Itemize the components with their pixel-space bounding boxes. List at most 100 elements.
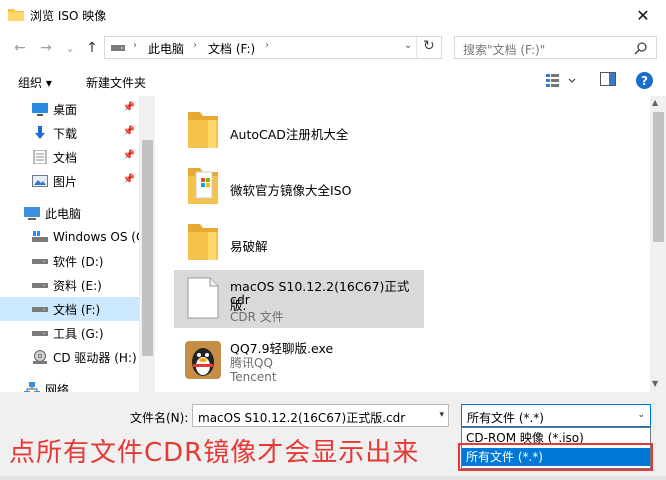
bottom-edge (0, 476, 666, 480)
close-button[interactable]: ✕ (620, 0, 666, 30)
download-icon (35, 126, 45, 139)
scroll-down-icon[interactable]: ▼ (652, 379, 658, 388)
nav-item-label: 下载 (53, 126, 78, 141)
back-arrow-icon: ← (14, 40, 26, 56)
qq-penguin-icon (185, 341, 221, 379)
list-item-folder[interactable]: 易破解 (174, 214, 424, 270)
file-name: 微软官方镜像大全ISO (230, 183, 352, 198)
nav-item-label: 工具 (G:) (53, 326, 104, 341)
list-item-folder[interactable]: AutoCAD注册机大全 (174, 102, 424, 158)
search-placeholder: 搜索"文档 (F:)" (463, 43, 546, 57)
preview-pane-icon[interactable] (600, 72, 616, 86)
breadcrumb-separator: › (133, 40, 137, 51)
file-name: 易破解 (230, 239, 268, 254)
nav-item-drive-g[interactable]: 工具 (G:) (0, 321, 139, 345)
network-icon (24, 382, 40, 392)
file-company: Tencent (230, 370, 277, 384)
list-item-cdr-file[interactable]: macOS S10.12.2(16C67)正式版. cdr CDR 文件 (174, 270, 424, 328)
nav-item-drive-c[interactable]: Windows OS (C (0, 225, 139, 249)
nav-item-pictures[interactable]: 图片 📌 (0, 169, 139, 193)
folder-icon (188, 168, 218, 204)
documents-icon (33, 150, 47, 164)
nav-item-label: CD 驱动器 (H:) (53, 350, 137, 365)
nav-item-label: 资料 (E:) (53, 278, 102, 293)
up-button[interactable]: ↑ (82, 38, 102, 58)
nav-item-downloads[interactable]: 下载 📌 (0, 121, 139, 145)
chevron-down-icon[interactable]: ⌄ (637, 410, 645, 420)
up-arrow-icon: ↑ (86, 40, 98, 56)
folder-icon (188, 224, 218, 260)
nav-scrollbar-thumb[interactable] (142, 140, 153, 356)
nav-item-drive-d[interactable]: 软件 (D:) (0, 249, 139, 273)
nav-item-label: 文档 (F:) (53, 302, 101, 317)
annotation-highlight-box (458, 443, 653, 471)
breadcrumb-separator[interactable]: › (193, 40, 197, 51)
nav-item-network[interactable]: 网络 (0, 377, 139, 392)
folder-icon (188, 112, 218, 148)
cd-drive-icon (33, 350, 47, 364)
navigation-pane: 桌面 📌 下载 📌 文档 📌 图片 📌 此电脑 Windows OS (C 软件… (0, 96, 155, 392)
nav-item-label: 网络 (45, 382, 70, 393)
pin-icon: 📌 (122, 126, 135, 137)
organize-menu[interactable]: 组织 ▾ (18, 74, 52, 91)
list-item-exe[interactable]: QQ7.9轻聊版.exe 腾讯QQ Tencent (174, 332, 424, 390)
file-list-scrollbar-thumb[interactable] (653, 112, 664, 242)
filetype-value: 所有文件 (*.*) (467, 411, 544, 425)
file-list: AutoCAD注册机大全 微软官方镜像大全ISO 易破解 macOS S10.1… (160, 96, 650, 392)
search-input[interactable]: 搜索"文档 (F:)" (454, 36, 657, 59)
chevron-down-icon: ⌄ (65, 41, 75, 55)
nav-item-label: 图片 (53, 174, 78, 189)
forward-arrow-icon: → (40, 40, 52, 56)
title-bar: 浏览 ISO 映像 ✕ (0, 0, 666, 30)
pin-icon: 📌 (122, 102, 135, 113)
close-icon: ✕ (636, 5, 650, 25)
refresh-icon[interactable]: ↻ (423, 38, 435, 54)
file-name-cont: cdr (230, 292, 250, 307)
file-type: CDR 文件 (230, 310, 284, 324)
file-description: 腾讯QQ (230, 356, 273, 370)
desktop-icon (32, 103, 48, 116)
nav-item-label: 桌面 (53, 102, 78, 117)
nav-item-cd-drive[interactable]: CD 驱动器 (H:) (0, 345, 139, 369)
nav-item-drive-f[interactable]: 文档 (F:) (0, 297, 139, 321)
chevron-down-icon[interactable]: ⌄ (404, 40, 412, 51)
list-item-folder[interactable]: 微软官方镜像大全ISO (174, 158, 424, 214)
nav-item-documents[interactable]: 文档 📌 (0, 145, 139, 169)
nav-item-drive-e[interactable]: 资料 (E:) (0, 273, 139, 297)
drive-icon (111, 45, 125, 51)
search-icon (634, 42, 647, 55)
filename-value: macOS S10.12.2(16C67)正式版.cdr (198, 411, 406, 425)
new-folder-button[interactable]: 新建文件夹 (86, 74, 146, 91)
pin-icon: 📌 (122, 150, 135, 161)
nav-item-desktop[interactable]: 桌面 📌 (0, 97, 139, 121)
folder-icon (8, 9, 24, 21)
pictures-icon (32, 175, 48, 187)
file-name: AutoCAD注册机大全 (230, 127, 349, 142)
filetype-select[interactable]: 所有文件 (*.*) ⌄ (461, 404, 651, 427)
filename-label: 文件名(N): (130, 411, 189, 425)
breadcrumb-separator[interactable]: › (265, 40, 269, 51)
annotation-text: 点所有文件CDR镜像才会显示出来 (9, 438, 420, 468)
chevron-down-icon[interactable]: ▾ (439, 410, 444, 420)
drive-icon (32, 331, 48, 336)
view-options-icon[interactable] (545, 72, 577, 90)
help-icon[interactable]: ? (636, 72, 653, 89)
back-button[interactable]: ← (10, 38, 30, 58)
nav-item-label: 文档 (53, 150, 78, 165)
nav-item-label: 此电脑 (45, 206, 82, 221)
drive-icon (32, 283, 48, 288)
nav-item-this-pc[interactable]: 此电脑 (0, 201, 139, 225)
address-bar[interactable]: › 此电脑 › 文档 (F:) › ⌄ ↻ (104, 36, 442, 59)
drive-icon (32, 307, 48, 312)
breadcrumb-this-pc[interactable]: 此电脑 (148, 40, 184, 57)
forward-button[interactable]: → (36, 38, 56, 58)
breadcrumb-drive-f[interactable]: 文档 (F:) (208, 40, 255, 57)
nav-item-label: 软件 (D:) (53, 254, 104, 269)
scroll-up-icon[interactable]: ▲ (652, 98, 658, 107)
recent-locations-button[interactable]: ⌄ (60, 38, 80, 58)
filename-input[interactable]: macOS S10.12.2(16C67)正式版.cdr ▾ (192, 404, 449, 427)
computer-icon (24, 207, 40, 220)
nav-item-label: Windows OS (C (53, 230, 139, 244)
os-drive-icon (32, 231, 48, 242)
divider (416, 37, 417, 58)
